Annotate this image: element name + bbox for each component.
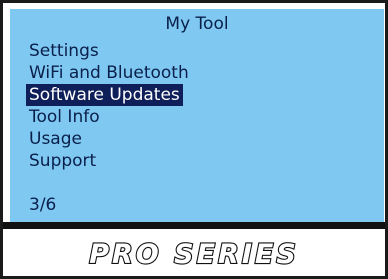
menu-item-software-updates[interactable]: Software Updates [26, 84, 183, 106]
menu-item-usage[interactable]: Usage [26, 128, 192, 150]
screen-title: My Tool [165, 14, 229, 34]
page-indicator: 3/6 [29, 195, 57, 215]
menu-list: Settings WiFi and Bluetooth Software Upd… [26, 40, 192, 172]
menu-item-support[interactable]: Support [26, 150, 192, 172]
menu-item-settings[interactable]: Settings [26, 40, 192, 62]
pro-series-logo-text: PRO SERIES [89, 239, 299, 270]
lcd-screen: My Tool Settings WiFi and Bluetooth Soft… [10, 9, 384, 222]
menu-item-tool-info[interactable]: Tool Info [26, 106, 192, 128]
device-frame: My Tool Settings WiFi and Bluetooth Soft… [0, 0, 388, 279]
divider [3, 222, 385, 229]
menu-item-wifi-bluetooth[interactable]: WiFi and Bluetooth [26, 62, 192, 84]
pro-series-logo: PRO SERIES [88, 237, 299, 270]
brand-panel: PRO SERIES [3, 229, 385, 276]
